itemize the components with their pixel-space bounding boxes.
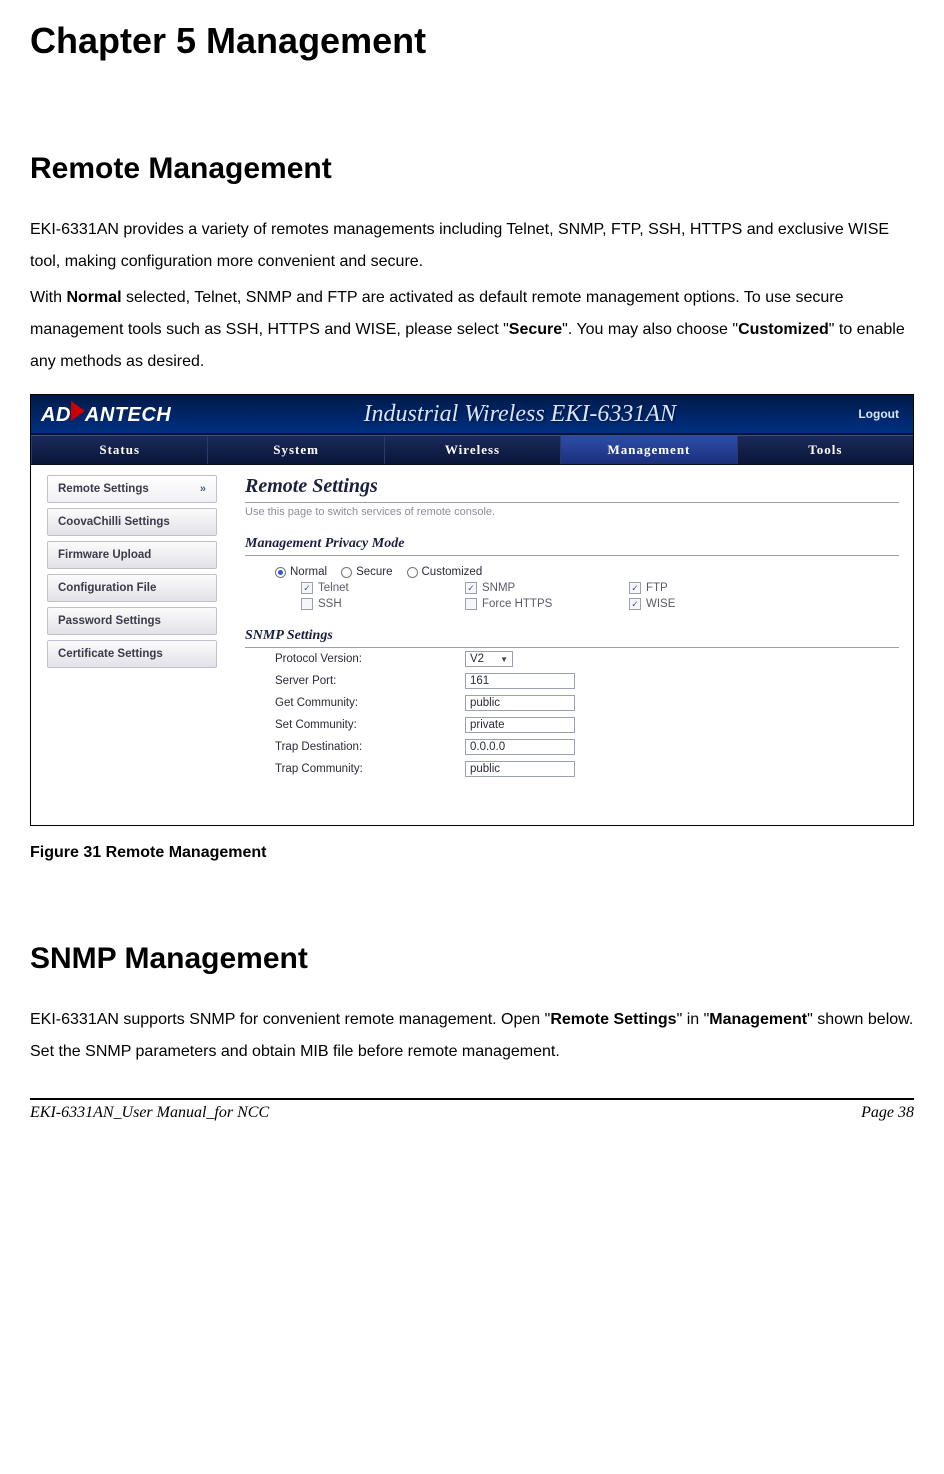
screenshot-remote-settings: ADANTECH Industrial Wireless EKI-6331AN … xyxy=(30,394,914,826)
privacy-mode-radios: Normal Secure Customized xyxy=(245,556,899,578)
bold-customized: Customized xyxy=(738,321,829,338)
checkbox-ssh[interactable]: SSH xyxy=(301,598,411,610)
radio-icon xyxy=(275,567,286,578)
sidebar-item-certificate-settings[interactable]: Certificate Settings xyxy=(47,640,217,668)
page-title: Remote Settings xyxy=(245,475,899,503)
page-footer: EKI-6331AN_User Manual_for NCC Page 38 xyxy=(30,1100,914,1130)
checkbox-label: Telnet xyxy=(318,582,349,594)
input-get-community[interactable]: public xyxy=(465,695,575,711)
paragraph: EKI-6331AN supports SNMP for convenient … xyxy=(30,1004,914,1068)
options-row-1: ✓ Telnet ✓ SNMP ✓ FTP xyxy=(245,578,899,594)
logout-link[interactable]: Logout xyxy=(858,395,913,433)
label-server-port: Server Port: xyxy=(275,675,465,687)
snmp-row-trap-community: Trap Community: public xyxy=(245,758,899,780)
radio-label: Normal xyxy=(290,566,327,578)
options-row-2: SSH Force HTTPS ✓ WISE xyxy=(245,594,899,610)
brand-logo: ADANTECH xyxy=(31,395,181,433)
label-trap-community: Trap Community: xyxy=(275,763,465,775)
checkbox-label: WISE xyxy=(646,598,675,610)
main-nav: Status System Wireless Management Tools xyxy=(31,435,913,465)
banner-title: Industrial Wireless EKI-6331AN xyxy=(181,395,858,433)
label-trap-destination: Trap Destination: xyxy=(275,741,465,753)
snmp-row-protocol: Protocol Version: V2 ▼ xyxy=(245,648,899,670)
sidebar-item-configuration-file[interactable]: Configuration File xyxy=(47,574,217,602)
checkbox-icon: ✓ xyxy=(629,598,641,610)
radio-label: Customized xyxy=(422,566,483,578)
logo-triangle-icon xyxy=(71,401,85,421)
checkbox-label: Force HTTPS xyxy=(482,598,552,610)
radio-normal[interactable]: Normal xyxy=(275,566,327,578)
sidebar-label: Remote Settings xyxy=(58,483,149,495)
text: With xyxy=(30,289,66,306)
input-trap-destination[interactable]: 0.0.0.0 xyxy=(465,739,575,755)
checkbox-label: SNMP xyxy=(482,582,515,594)
page-subtitle: Use this page to switch services of remo… xyxy=(245,506,899,518)
checkbox-icon: ✓ xyxy=(301,582,313,594)
checkbox-icon: ✓ xyxy=(465,582,477,594)
label-protocol-version: Protocol Version: xyxy=(275,653,465,665)
input-set-community[interactable]: private xyxy=(465,717,575,733)
checkbox-label: SSH xyxy=(318,598,342,610)
checkbox-ftp[interactable]: ✓ FTP xyxy=(629,582,739,594)
sidebar-item-remote-settings[interactable]: Remote Settings » xyxy=(47,475,217,503)
footer-doc-title: EKI-6331AN_User Manual_for NCC xyxy=(30,1104,269,1122)
tab-management[interactable]: Management xyxy=(560,436,736,464)
snmp-row-get-community: Get Community: public xyxy=(245,692,899,714)
snmp-row-port: Server Port: 161 xyxy=(245,670,899,692)
radio-icon xyxy=(341,567,352,578)
checkbox-label: FTP xyxy=(646,582,668,594)
bold-management: Management xyxy=(709,1011,807,1028)
tab-tools[interactable]: Tools xyxy=(737,436,913,464)
radio-secure[interactable]: Secure xyxy=(341,566,392,578)
sidebar-item-coovachilli[interactable]: CoovaChilli Settings xyxy=(47,508,217,536)
bold-remote-settings: Remote Settings xyxy=(550,1011,676,1028)
figure-caption: Figure 31 Remote Management xyxy=(30,844,914,862)
checkbox-icon xyxy=(465,598,477,610)
sidebar: Remote Settings » CoovaChilli Settings Fi… xyxy=(31,465,231,825)
text: " in " xyxy=(677,1011,710,1028)
section-remote-management: Remote Management xyxy=(30,152,914,186)
radio-icon xyxy=(407,567,418,578)
bold-normal: Normal xyxy=(66,289,121,306)
input-trap-community[interactable]: public xyxy=(465,761,575,777)
app-header: ADANTECH Industrial Wireless EKI-6331AN … xyxy=(31,395,913,435)
label-get-community: Get Community: xyxy=(275,697,465,709)
select-value: V2 xyxy=(470,653,484,665)
checkbox-icon: ✓ xyxy=(629,582,641,594)
text: EKI-6331AN supports SNMP for convenient … xyxy=(30,1011,550,1028)
content-panel: Remote Settings Use this page to switch … xyxy=(231,465,913,825)
chapter-title: Chapter 5 Management xyxy=(30,20,914,62)
footer-page-number: Page 38 xyxy=(861,1104,914,1122)
text: ". You may also choose " xyxy=(562,321,738,338)
select-protocol-version[interactable]: V2 ▼ xyxy=(465,651,513,667)
checkbox-snmp[interactable]: ✓ SNMP xyxy=(465,582,575,594)
radio-label: Secure xyxy=(356,566,392,578)
snmp-row-set-community: Set Community: private xyxy=(245,714,899,736)
brand-text: ADANTECH xyxy=(41,401,171,427)
snmp-row-trap-destination: Trap Destination: 0.0.0.0 xyxy=(245,736,899,758)
input-server-port[interactable]: 161 xyxy=(465,673,575,689)
tab-wireless[interactable]: Wireless xyxy=(384,436,560,464)
checkbox-icon xyxy=(301,598,313,610)
bold-secure: Secure xyxy=(509,321,562,338)
radio-customized[interactable]: Customized xyxy=(407,566,483,578)
snmp-settings-header: SNMP Settings xyxy=(245,628,899,648)
chevron-down-icon: ▼ xyxy=(500,655,508,664)
sidebar-item-firmware-upload[interactable]: Firmware Upload xyxy=(47,541,217,569)
sidebar-item-password-settings[interactable]: Password Settings xyxy=(47,607,217,635)
chevron-right-icon: » xyxy=(200,483,206,495)
paragraph: With Normal selected, Telnet, SNMP and F… xyxy=(30,282,914,378)
checkbox-wise[interactable]: ✓ WISE xyxy=(629,598,739,610)
paragraph: EKI-6331AN provides a variety of remotes… xyxy=(30,214,914,278)
label-set-community: Set Community: xyxy=(275,719,465,731)
tab-system[interactable]: System xyxy=(207,436,383,464)
tab-status[interactable]: Status xyxy=(31,436,207,464)
section-snmp-management: SNMP Management xyxy=(30,942,914,976)
checkbox-telnet[interactable]: ✓ Telnet xyxy=(301,582,411,594)
privacy-mode-header: Management Privacy Mode xyxy=(245,536,899,556)
checkbox-force-https[interactable]: Force HTTPS xyxy=(465,598,575,610)
